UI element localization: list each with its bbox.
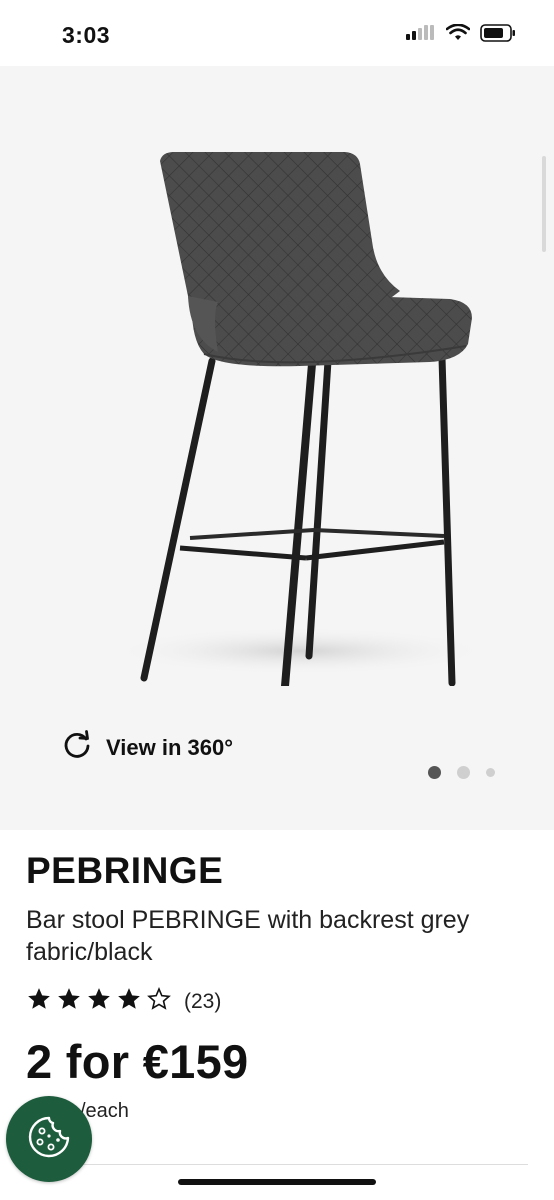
bar-stool-photo bbox=[110, 152, 480, 686]
cookie-icon bbox=[26, 1114, 72, 1165]
divider bbox=[26, 1164, 528, 1165]
product-description: Bar stool PEBRINGE with backrest grey fa… bbox=[26, 906, 470, 966]
star-empty-icon bbox=[146, 986, 172, 1017]
cookie-settings-button[interactable] bbox=[6, 1096, 92, 1182]
carousel-dot[interactable] bbox=[486, 768, 495, 777]
carousel-dot[interactable] bbox=[428, 766, 441, 779]
rating[interactable]: (23) bbox=[26, 986, 221, 1017]
product-image-carousel[interactable]: View in 360° bbox=[0, 66, 554, 830]
view-in-360-button[interactable]: View in 360° bbox=[62, 730, 233, 765]
status-icons bbox=[406, 23, 516, 47]
status-time: 3:03 bbox=[62, 22, 111, 48]
carousel-dots bbox=[428, 766, 495, 779]
status-bar: 3:03 bbox=[0, 0, 554, 66]
star-filled-icon bbox=[116, 986, 142, 1017]
star-filled-icon bbox=[26, 986, 52, 1017]
battery-icon bbox=[480, 24, 516, 47]
star-filled-icon bbox=[56, 986, 82, 1017]
wifi-icon bbox=[445, 23, 471, 47]
scroll-indicator bbox=[542, 156, 546, 252]
signal-icon bbox=[406, 24, 436, 47]
star-filled-icon bbox=[86, 986, 112, 1017]
rating-count: (23) bbox=[184, 989, 222, 1013]
refresh-icon bbox=[62, 730, 92, 765]
home-indicator bbox=[178, 1179, 376, 1185]
carousel-dot[interactable] bbox=[457, 766, 470, 779]
view-in-360-label: View in 360° bbox=[106, 734, 234, 760]
product-name: PEBRINGE bbox=[26, 850, 224, 891]
product-price: 2 for €159 bbox=[26, 1035, 249, 1088]
